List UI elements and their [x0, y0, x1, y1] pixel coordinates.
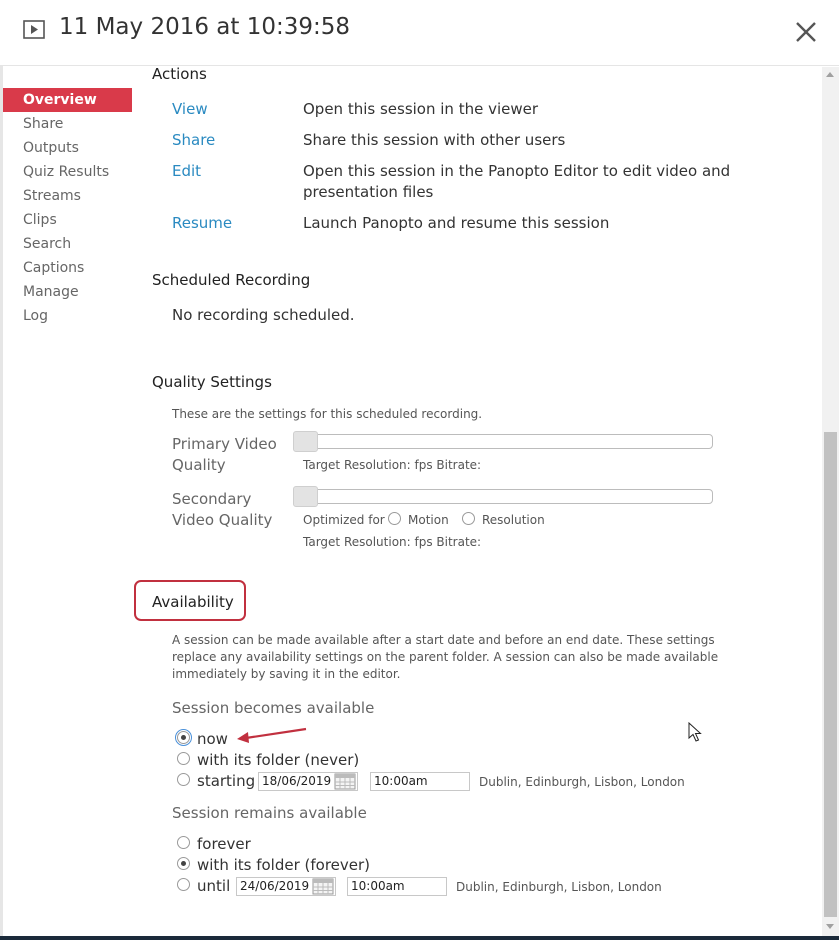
primary-target-resolution: Target Resolution: fps Bitrate:	[303, 458, 482, 472]
availability-desc-line3: immediately by saving it in the editor.	[172, 667, 401, 681]
optimize-resolution-radio[interactable]	[462, 512, 475, 525]
scheduled-recording-status: No recording scheduled.	[172, 306, 355, 324]
secondary-quality-label-line2: Video Quality	[172, 511, 273, 529]
resume-description: Launch Panopto and resume this session	[303, 214, 610, 232]
availability-desc-line1: A session can be made available after a …	[172, 633, 715, 647]
dialog-header: 11 May 2016 at 10:39:58	[0, 0, 839, 66]
remains-with-folder-radio[interactable]	[177, 857, 190, 870]
page-title: 11 May 2016 at 10:39:58	[59, 14, 351, 40]
edit-description-line2: presentation files	[303, 183, 434, 201]
scrollbar-thumb[interactable]	[824, 432, 837, 917]
start-time-input[interactable]: 10:00am	[370, 772, 470, 791]
remains-forever-radio[interactable]	[177, 836, 190, 849]
close-icon[interactable]	[794, 20, 818, 44]
sidebar-item-captions[interactable]: Captions	[3, 256, 132, 280]
view-description: Open this session in the viewer	[303, 100, 539, 118]
becomes-with-folder-label: with its folder (never)	[197, 751, 360, 769]
optimize-motion-radio[interactable]	[388, 512, 401, 525]
remains-until-label: until	[197, 877, 231, 895]
secondary-quality-slider[interactable]	[293, 486, 713, 507]
scroll-down-arrow-icon[interactable]	[826, 924, 834, 929]
becomes-available-heading: Session becomes available	[172, 699, 375, 717]
primary-quality-slider-handle[interactable]	[293, 431, 318, 452]
edit-description-line1: Open this session in the Panopto Editor …	[303, 162, 731, 180]
end-time-input[interactable]: 10:00am	[347, 877, 447, 896]
sidebar-item-overview[interactable]: Overview	[3, 88, 132, 112]
calendar-icon[interactable]	[334, 773, 356, 790]
remains-forever-label: forever	[197, 835, 251, 853]
resume-link[interactable]: Resume	[172, 214, 232, 232]
availability-heading: Availability	[152, 593, 234, 611]
sidebar-item-search[interactable]: Search	[3, 232, 132, 256]
play-icon	[23, 20, 45, 39]
becomes-with-folder-radio[interactable]	[177, 752, 190, 765]
secondary-quality-label-line1: Secondary	[172, 490, 252, 508]
sidebar-item-quiz-results[interactable]: Quiz Results	[3, 160, 132, 184]
becomes-now-radio[interactable]	[175, 729, 192, 746]
optimize-motion-label: Motion	[408, 513, 449, 527]
becomes-starting-label: starting	[197, 772, 256, 790]
share-link[interactable]: Share	[172, 131, 215, 149]
scheduled-recording-heading: Scheduled Recording	[152, 271, 311, 289]
end-timezone: Dublin, Edinburgh, Lisbon, London	[456, 880, 662, 894]
remains-until-radio[interactable]	[177, 878, 190, 891]
remains-available-heading: Session remains available	[172, 804, 367, 822]
taskbar-strip	[0, 936, 839, 940]
edit-link[interactable]: Edit	[172, 162, 201, 180]
remains-with-folder-label: with its folder (forever)	[197, 856, 371, 874]
sidebar-item-outputs[interactable]: Outputs	[3, 136, 132, 160]
share-description: Share this session with other users	[303, 131, 566, 149]
sidebar-nav: Overview Share Outputs Quiz Results Stre…	[3, 88, 132, 328]
sidebar-item-share[interactable]: Share	[3, 112, 132, 136]
mouse-cursor-icon	[688, 722, 702, 742]
becomes-now-label: now	[197, 730, 228, 748]
sidebar-item-manage[interactable]: Manage	[3, 280, 132, 304]
quality-settings-heading: Quality Settings	[152, 373, 272, 391]
primary-quality-label-line2: Quality	[172, 456, 226, 474]
actions-heading: Actions	[152, 65, 207, 83]
becomes-starting-radio[interactable]	[177, 773, 190, 786]
sidebar-item-streams[interactable]: Streams	[3, 184, 132, 208]
view-link[interactable]: View	[172, 100, 208, 118]
availability-desc-line2: replace any availability settings on the…	[172, 650, 719, 664]
secondary-target-resolution: Target Resolution: fps Bitrate:	[303, 535, 482, 549]
scroll-up-arrow-icon[interactable]	[826, 72, 834, 77]
optimize-resolution-label: Resolution	[482, 513, 545, 527]
calendar-icon[interactable]	[312, 878, 334, 895]
primary-quality-slider[interactable]	[293, 431, 713, 452]
secondary-quality-slider-handle[interactable]	[293, 486, 318, 507]
annotation-arrow-icon	[237, 727, 307, 743]
start-timezone: Dublin, Edinburgh, Lisbon, London	[479, 775, 685, 789]
quality-intro: These are the settings for this schedule…	[172, 407, 483, 421]
sidebar-item-log[interactable]: Log	[3, 304, 132, 328]
primary-quality-label-line1: Primary Video	[172, 435, 277, 453]
sidebar-item-clips[interactable]: Clips	[3, 208, 132, 232]
optimized-for-label: Optimized for	[303, 513, 385, 527]
